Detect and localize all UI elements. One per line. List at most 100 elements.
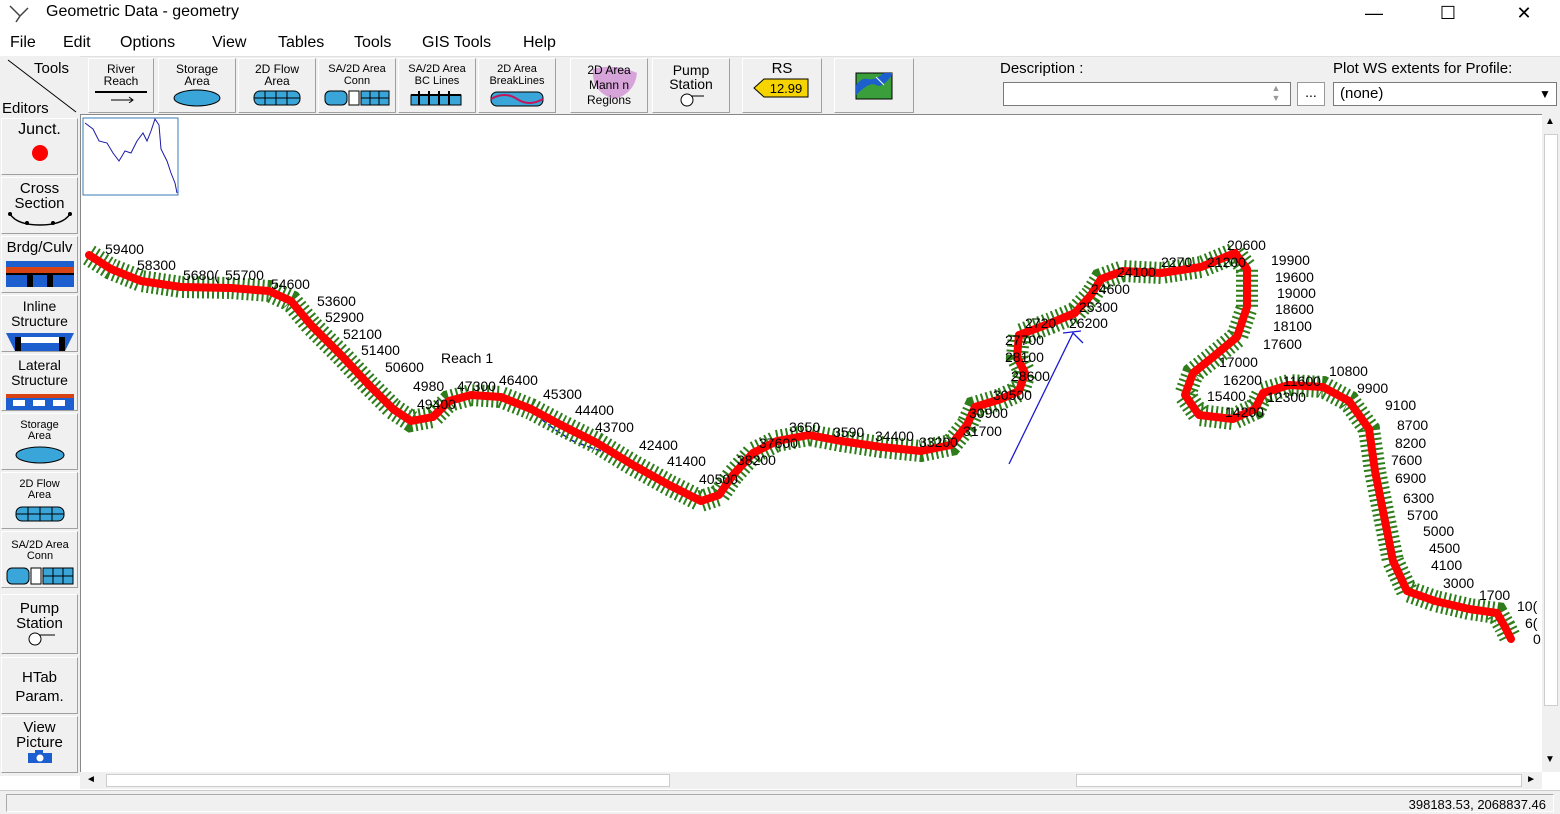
station-label[interactable]: 27700 [1005, 332, 1044, 348]
station-label[interactable]: 31700 [963, 423, 1002, 439]
station-label[interactable]: 6( [1525, 615, 1538, 631]
station-label[interactable]: 43700 [595, 419, 634, 435]
breaklines-button[interactable]: 2D Area BreakLines [478, 58, 556, 113]
station-label[interactable]: 3590 [833, 424, 864, 440]
station-label[interactable]: 18600 [1275, 301, 1314, 317]
station-label[interactable]: 2270 [1161, 254, 1192, 270]
map-layers-button[interactable] [834, 58, 914, 113]
menu-tools[interactable]: Tools [354, 33, 391, 53]
vertical-scrollbar[interactable]: ▲ ▼ [1542, 114, 1560, 772]
station-label[interactable]: 30900 [969, 405, 1008, 421]
bridge-culvert-button[interactable]: Brdg/Culv [1, 236, 78, 293]
station-label[interactable]: 10( [1517, 598, 1538, 614]
river-reach-button[interactable]: River Reach [88, 58, 154, 113]
station-label[interactable]: 5680( [183, 267, 219, 283]
scroll-down-icon[interactable]: ▼ [1545, 754, 1555, 765]
station-label[interactable]: 3650 [789, 419, 820, 435]
maximize-button[interactable]: ☐ [1417, 0, 1479, 26]
station-label[interactable]: 59400 [105, 241, 144, 257]
station-label[interactable]: 6900 [1395, 470, 1426, 486]
station-label[interactable]: 18100 [1273, 318, 1312, 334]
station-label[interactable]: 15400 [1207, 388, 1246, 404]
vertical-scroll-thumb[interactable] [1544, 134, 1558, 706]
description-more-button[interactable]: ... [1297, 82, 1325, 106]
station-label[interactable]: 38200 [737, 452, 776, 468]
station-label[interactable]: 0 [1533, 631, 1541, 647]
close-button[interactable]: ✕ [1493, 0, 1555, 26]
station-label[interactable]: 42400 [639, 437, 678, 453]
menu-view[interactable]: View [212, 33, 246, 53]
scroll-left-icon[interactable]: ◄ [86, 774, 96, 785]
menu-file[interactable]: File [10, 33, 36, 53]
horizontal-scroll-thumb-right[interactable] [1076, 774, 1522, 787]
station-label[interactable]: 16200 [1223, 372, 1262, 388]
station-label[interactable]: 49400 [417, 396, 456, 412]
station-label[interactable]: 52900 [325, 309, 364, 325]
pump-station-button[interactable]: Pump Station [652, 58, 730, 113]
inline-structure-button[interactable]: Inline Structure [1, 295, 78, 352]
station-label[interactable]: 4980 [413, 378, 444, 394]
menu-options[interactable]: Options [120, 33, 175, 53]
station-label[interactable]: 6300 [1403, 490, 1434, 506]
view-picture-button[interactable]: View Picture [1, 716, 78, 773]
station-label[interactable]: 37600 [759, 435, 798, 451]
station-label[interactable]: 20600 [1227, 237, 1266, 253]
station-label[interactable]: 24100 [1117, 264, 1156, 280]
station-label[interactable]: 30500 [993, 387, 1032, 403]
storage-area-editor-button[interactable]: Storage Area [1, 413, 78, 470]
station-label[interactable]: 4500 [1429, 540, 1460, 556]
station-label[interactable]: 54600 [271, 276, 310, 292]
overview-thumbnail[interactable] [82, 117, 179, 196]
flow-area-2d-editor-button[interactable]: 2D Flow Area [1, 472, 78, 529]
station-label[interactable]: 46400 [499, 372, 538, 388]
station-label[interactable]: 51400 [361, 342, 400, 358]
scroll-up-icon[interactable]: ▲ [1545, 116, 1555, 127]
station-label[interactable]: 19000 [1277, 285, 1316, 301]
station-label[interactable]: 19900 [1271, 252, 1310, 268]
htab-param-button[interactable]: HTab Param. [1, 657, 78, 714]
station-label[interactable]: 45300 [543, 386, 582, 402]
station-label[interactable]: 17600 [1263, 336, 1302, 352]
sa-2d-bc-lines-button[interactable]: SA/2D Area BC Lines [398, 58, 476, 113]
station-label[interactable]: 14200 [1225, 404, 1264, 420]
horizontal-scrollbar[interactable]: ◄ ► [80, 772, 1542, 789]
station-label[interactable]: 55700 [225, 267, 264, 283]
station-label[interactable]: 28100 [1005, 349, 1044, 365]
station-label[interactable]: 4100 [1431, 557, 1462, 573]
station-label[interactable]: 21200 [1207, 254, 1246, 270]
menu-edit[interactable]: Edit [63, 33, 91, 53]
flow-area-2d-button[interactable]: 2D Flow Area [238, 58, 316, 113]
station-label[interactable]: 1700 [1479, 587, 1510, 603]
horizontal-scroll-thumb-left[interactable] [106, 774, 670, 787]
station-label[interactable]: 25300 [1079, 299, 1118, 315]
station-label[interactable]: 11600 [1283, 373, 1321, 389]
station-label[interactable]: 34400 [875, 428, 914, 444]
mann-regions-button[interactable]: 2D Area Mann n Regions [570, 58, 648, 113]
station-label[interactable]: 41400 [667, 453, 706, 469]
station-label[interactable]: 5700 [1407, 507, 1438, 523]
pump-station-editor-button[interactable]: Pump Station [1, 594, 78, 654]
station-label[interactable]: 33200 [919, 434, 958, 450]
station-label[interactable]: 7600 [1391, 452, 1422, 468]
station-label[interactable]: 10800 [1329, 363, 1368, 379]
menu-help[interactable]: Help [523, 33, 556, 53]
station-label[interactable]: 24600 [1091, 281, 1130, 297]
sa-2d-conn-button[interactable]: SA/2D Area Conn [318, 58, 396, 113]
storage-area-button[interactable]: Storage Area [158, 58, 236, 113]
station-label[interactable]: 2720 [1025, 315, 1056, 331]
station-label[interactable]: 9900 [1357, 380, 1388, 396]
description-input[interactable] [1003, 82, 1291, 106]
sa-2d-conn-editor-button[interactable]: SA/2D Area Conn [1, 531, 78, 588]
station-label[interactable]: 28600 [1011, 368, 1050, 384]
station-label[interactable]: 53600 [317, 293, 356, 309]
station-label[interactable]: 50600 [385, 359, 424, 375]
station-label[interactable]: 19600 [1275, 269, 1314, 285]
junction-button[interactable]: Junct. [1, 118, 78, 175]
minimize-button[interactable]: — [1343, 0, 1405, 26]
station-label[interactable]: 58300 [137, 257, 176, 273]
station-label[interactable]: 5000 [1423, 523, 1454, 539]
station-label[interactable]: 8200 [1395, 435, 1426, 451]
station-label[interactable]: 40500 [699, 471, 738, 487]
station-label[interactable]: 44400 [575, 402, 614, 418]
scroll-right-icon[interactable]: ► [1526, 774, 1536, 785]
